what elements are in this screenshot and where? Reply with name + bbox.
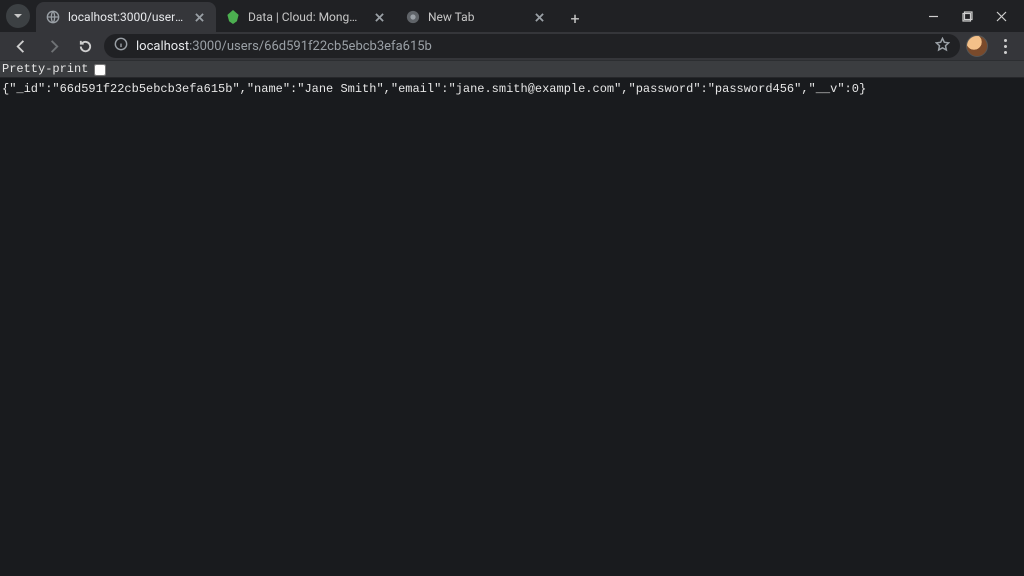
globe-icon (46, 10, 60, 24)
close-icon[interactable] (532, 10, 546, 24)
maximize-button[interactable] (950, 0, 984, 32)
url-host: localhost (136, 39, 189, 54)
tab-localhost-users[interactable]: localhost:3000/users/66d591f2… (36, 2, 216, 32)
titlebar: localhost:3000/users/66d591f2… Data | Cl… (0, 0, 1024, 32)
profile-avatar[interactable] (966, 35, 988, 57)
minimize-button[interactable] (916, 0, 950, 32)
toolbar: localhost:3000/users/66d591f22cb5ebcb3ef… (0, 32, 1024, 60)
pretty-print-checkbox[interactable] (94, 64, 106, 76)
mongodb-icon (226, 10, 240, 24)
url-path: :3000/users/66d591f22cb5ebcb3efa615b (189, 39, 432, 54)
back-button[interactable] (8, 33, 34, 59)
window-controls (916, 0, 1018, 32)
tab-mongodb-cloud[interactable]: Data | Cloud: MongoDB Cloud (216, 2, 396, 32)
new-tab-button[interactable]: + (562, 6, 588, 32)
tab-search-button[interactable] (6, 4, 30, 28)
pretty-print-label: Pretty-print (2, 62, 88, 76)
tab-new-tab[interactable]: New Tab (396, 2, 556, 32)
tab-title: Data | Cloud: MongoDB Cloud (248, 10, 364, 24)
response-body: {"_id":"66d591f22cb5ebcb3efa615b","name"… (0, 78, 1024, 100)
tab-title: New Tab (428, 10, 524, 24)
site-info-icon[interactable] (114, 37, 128, 55)
reload-button[interactable] (72, 33, 98, 59)
close-icon[interactable] (192, 10, 206, 24)
close-icon[interactable] (372, 10, 386, 24)
tab-title: localhost:3000/users/66d591f2… (68, 10, 184, 24)
bookmark-icon[interactable] (935, 37, 950, 56)
chrome-menu-button[interactable] (994, 33, 1016, 59)
url-text: localhost:3000/users/66d591f22cb5ebcb3ef… (136, 39, 432, 54)
close-window-button[interactable] (984, 0, 1018, 32)
forward-button[interactable] (40, 33, 66, 59)
address-bar[interactable]: localhost:3000/users/66d591f22cb5ebcb3ef… (104, 34, 960, 58)
pretty-print-bar: Pretty-print (0, 60, 1024, 78)
tab-strip: localhost:3000/users/66d591f2… Data | Cl… (36, 0, 588, 32)
chrome-icon (406, 10, 420, 24)
